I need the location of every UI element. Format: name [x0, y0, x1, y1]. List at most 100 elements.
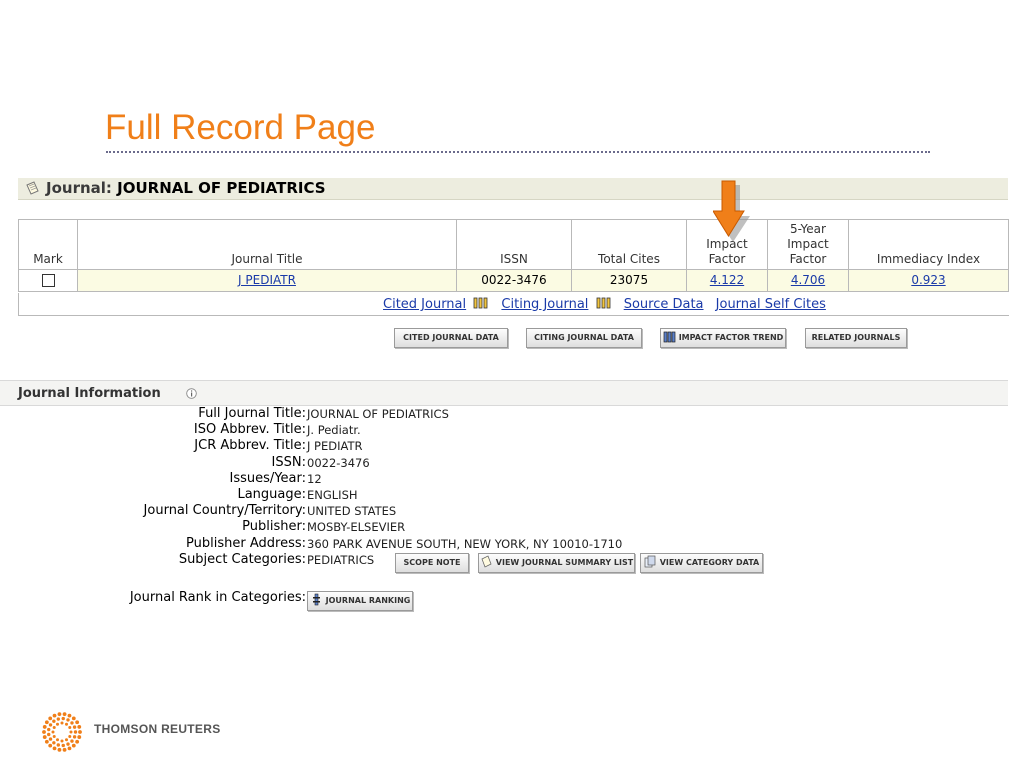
table-row: J PEDIATR 0022-3476 23075 4.122 4.706 0.…: [18, 269, 1009, 292]
journal-links-row: Cited Journal Citing Journal Source Data…: [18, 293, 1009, 316]
info-field-label: Full Journal Title:: [198, 406, 306, 421]
logo-dot: [52, 746, 57, 751]
journal-title-link[interactable]: J PEDIATR: [238, 273, 296, 287]
info-field-row: Full Journal Title: JOURNAL OF PEDIATRICS: [0, 406, 1024, 422]
journal-title-cell: J PEDIATR: [77, 269, 457, 292]
logo-dot: [67, 713, 72, 718]
related-journals-button[interactable]: RELATED JOURNALS: [805, 328, 907, 348]
journal-ranking-button[interactable]: JOURNAL RANKING: [307, 591, 413, 611]
logo-dot: [42, 735, 47, 739]
logo-dot: [47, 732, 51, 737]
cited-journal-link[interactable]: Cited Journal: [383, 297, 466, 312]
cited-journal-data-button[interactable]: CITED JOURNAL DATA: [394, 328, 508, 348]
logo-dot: [65, 738, 68, 742]
logo-dot: [52, 719, 56, 723]
logo-dot: [57, 712, 62, 717]
info-field-value: JOURNAL OF PEDIATRICS: [307, 407, 449, 421]
thomson-reuters-logo-icon: [42, 712, 82, 752]
logo-dot: [44, 720, 49, 725]
bar-chart-icon[interactable]: [596, 297, 612, 309]
info-field-row: Issues/Year: 12: [0, 471, 1024, 487]
five-year-impact-factor-link[interactable]: 4.706: [791, 273, 825, 287]
header-five-year-line1: 5-Year: [790, 222, 826, 236]
logo-dot: [65, 722, 68, 726]
logo-dot: [48, 737, 53, 741]
table-header-row: Mark Journal Title ISSN Total Cites Impa…: [18, 219, 1009, 270]
citing-journal-link[interactable]: Citing Journal: [501, 297, 588, 312]
logo-dot: [52, 741, 56, 745]
view-category-data-button[interactable]: VIEW CATEGORY DATA: [640, 553, 763, 573]
impact-factor-link[interactable]: 4.122: [710, 273, 744, 287]
info-field-label: JCR Abbrev. Title:: [194, 438, 306, 454]
info-field-value: 360 PARK AVENUE SOUTH, NEW YORK, NY 1001…: [307, 536, 623, 551]
journal-label: Journal:: [46, 179, 112, 197]
impact-factor-trend-button[interactable]: IMPACT FACTOR TREND: [660, 328, 786, 348]
mark-cell: [18, 269, 78, 292]
logo-dot: [66, 742, 70, 746]
header-five-year-line3: Factor: [789, 252, 827, 266]
scope-note-button[interactable]: SCOPE NOTE: [395, 553, 469, 573]
logo-dot: [68, 735, 72, 738]
documents-icon: [644, 555, 656, 568]
journal-links: Cited Journal Citing Journal Source Data…: [383, 297, 826, 312]
info-field-row: Journal Country/Territory: UNITED STATES: [0, 503, 1024, 519]
mark-checkbox[interactable]: [41, 274, 55, 287]
logo-dot: [70, 739, 74, 743]
logo-dot: [42, 730, 46, 734]
info-field-label: Journal Country/Territory:: [143, 503, 306, 519]
info-field-value: 0022-3476: [307, 455, 370, 470]
journal-self-cites-link[interactable]: Journal Self Cites: [716, 297, 826, 312]
journal-rank-row: Journal Rank in Categories:: [0, 590, 1024, 606]
logo-dot: [52, 735, 56, 738]
logo-dot: [73, 730, 78, 734]
info-field-value: J. Pediatr.: [307, 423, 361, 438]
ranking-icon: [312, 593, 320, 606]
bar-chart-icon: [663, 331, 676, 343]
header-issn: ISSN: [456, 219, 572, 270]
view-journal-summary-list-button[interactable]: VIEW JOURNAL SUMMARY LIST: [478, 553, 635, 573]
five-year-cell: 4.706: [767, 269, 849, 292]
info-field-value: J PEDIATR: [307, 439, 363, 454]
immediacy-cell: 0.923: [848, 269, 1009, 292]
journal-rank-label: Journal Rank in Categories:: [129, 590, 306, 605]
logo-dot: [56, 743, 61, 747]
logo-dot: [72, 735, 77, 739]
info-field-value: ENGLISH: [307, 488, 358, 502]
total-cites-cell: 23075: [571, 269, 687, 292]
logo-dot: [72, 725, 77, 729]
info-field-row: Publisher: MOSBY-ELSEVIER: [0, 519, 1024, 535]
note-icon: [26, 181, 39, 195]
header-immediacy-index: Immediacy Index: [848, 219, 1009, 270]
source-data-link[interactable]: Source Data: [624, 297, 704, 312]
journal-information-bar: Journal Information: [0, 380, 1008, 406]
info-field-row: ISSN: 0022-3476: [0, 455, 1024, 471]
view-category-data-label: VIEW CATEGORY DATA: [659, 558, 760, 567]
logo-dot: [60, 721, 64, 725]
logo-dot: [68, 726, 72, 729]
logo-dot: [67, 746, 72, 751]
logo-dot: [48, 743, 53, 748]
view-journal-summary-list-label: VIEW JOURNAL SUMMARY LIST: [495, 558, 634, 567]
title-divider: [106, 151, 930, 153]
logo-dot: [42, 725, 47, 729]
info-field-label: Subject Categories:: [178, 551, 306, 567]
slide-title: Full Record Page: [105, 108, 376, 147]
bar-chart-icon[interactable]: [473, 297, 489, 309]
logo-dot: [52, 726, 56, 729]
logo-dot: [75, 720, 80, 725]
logo-dot: [52, 713, 57, 718]
logo-dot: [78, 730, 82, 734]
impact-factor-cell: 4.122: [686, 269, 768, 292]
header-mark: Mark: [18, 219, 78, 270]
journal-name: JOURNAL OF PEDIATRICS: [117, 179, 326, 197]
citing-journal-data-button[interactable]: CITING JOURNAL DATA: [526, 328, 642, 348]
info-field-label: Issues/Year:: [229, 470, 306, 486]
immediacy-index-link[interactable]: 0.923: [911, 273, 945, 287]
info-field-label: Publisher:: [242, 519, 306, 535]
logo-dot: [77, 725, 82, 729]
info-field-label: ISSN:: [271, 454, 306, 470]
logo-dot: [66, 718, 70, 722]
info-icon[interactable]: [186, 388, 197, 399]
journal-metrics-table: Mark Journal Title ISSN Total Cites Impa…: [18, 219, 1009, 292]
info-field-row: Language: ENGLISH: [0, 487, 1024, 503]
